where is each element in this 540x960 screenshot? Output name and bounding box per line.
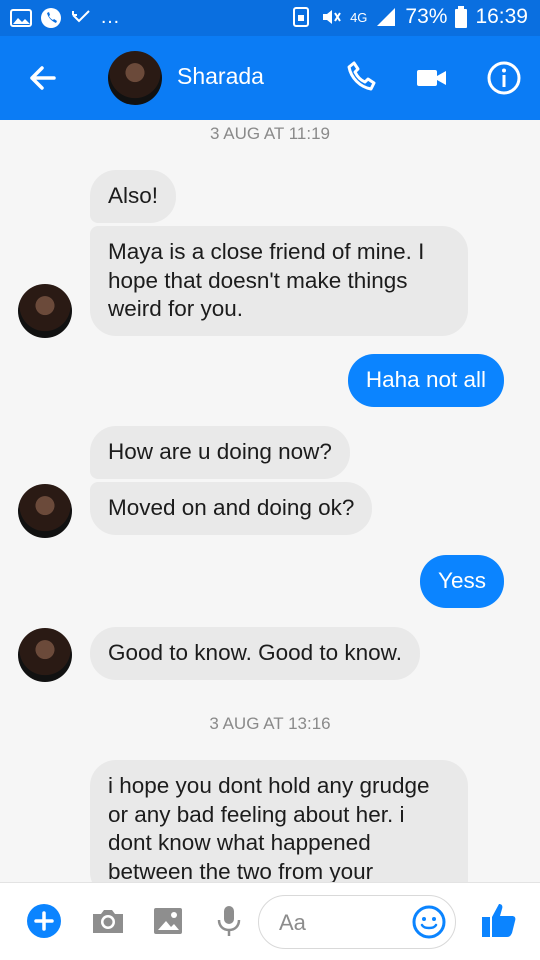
emoji-icon[interactable] — [411, 904, 447, 940]
phone-icon[interactable] — [341, 58, 381, 98]
info-icon[interactable] — [484, 58, 524, 98]
message-bubble-outgoing[interactable]: Yess — [420, 555, 504, 608]
battery-percent: 73% — [405, 5, 448, 28]
sim-icon — [293, 7, 310, 27]
message-bubble-incoming[interactable]: Moved on and doing ok? — [90, 482, 373, 535]
message-list[interactable]: 3 AUG AT 11:19 Also! Maya is a close fri… — [0, 120, 540, 882]
phone-notification-icon — [41, 7, 61, 28]
clock: 16:39 — [475, 5, 528, 28]
back-arrow-icon[interactable] — [22, 58, 62, 98]
camera-icon[interactable] — [90, 903, 126, 939]
network-type: 4G — [350, 9, 368, 25]
contact-avatar-small[interactable] — [18, 628, 72, 682]
more-notifications-icon: … — [100, 6, 121, 28]
add-icon[interactable] — [26, 903, 62, 939]
timestamp: 3 AUG AT 13:16 — [209, 714, 331, 733]
message-bubble-incoming[interactable]: Maya is a close friend of mine. I hope t… — [90, 226, 468, 336]
message-bubble-incoming[interactable]: How are u doing now? — [90, 426, 350, 479]
image-notification-icon — [10, 8, 32, 27]
contact-avatar[interactable] — [108, 51, 162, 105]
timestamp: 3 AUG AT 11:19 — [209, 124, 331, 143]
missed-call-icon — [72, 9, 90, 22]
signal-icon — [377, 8, 396, 26]
like-thumbs-up-icon[interactable] — [480, 900, 518, 940]
gallery-icon[interactable] — [150, 903, 186, 939]
contact-avatar-small[interactable] — [18, 284, 72, 338]
battery-icon — [455, 6, 468, 28]
message-bubble-incoming[interactable]: i hope you dont hold any grudge or any b… — [90, 760, 468, 882]
message-bubble-outgoing[interactable]: Haha not all — [347, 354, 504, 407]
message-bubble-incoming[interactable]: Good to know. Good to know. — [90, 627, 420, 680]
contact-avatar-small[interactable] — [18, 484, 72, 538]
video-call-icon[interactable] — [412, 58, 452, 98]
contact-name[interactable]: Sharada — [177, 63, 264, 90]
message-bubble-incoming[interactable]: Also! — [90, 170, 177, 223]
conversation-header: Sharada — [0, 36, 540, 120]
message-input-placeholder: Aa — [279, 910, 306, 935]
microphone-icon[interactable] — [211, 903, 247, 939]
status-bar: … 4G 73% 16:39 — [0, 0, 540, 36]
mute-icon — [323, 10, 341, 24]
message-composer: Aa — [0, 882, 540, 960]
